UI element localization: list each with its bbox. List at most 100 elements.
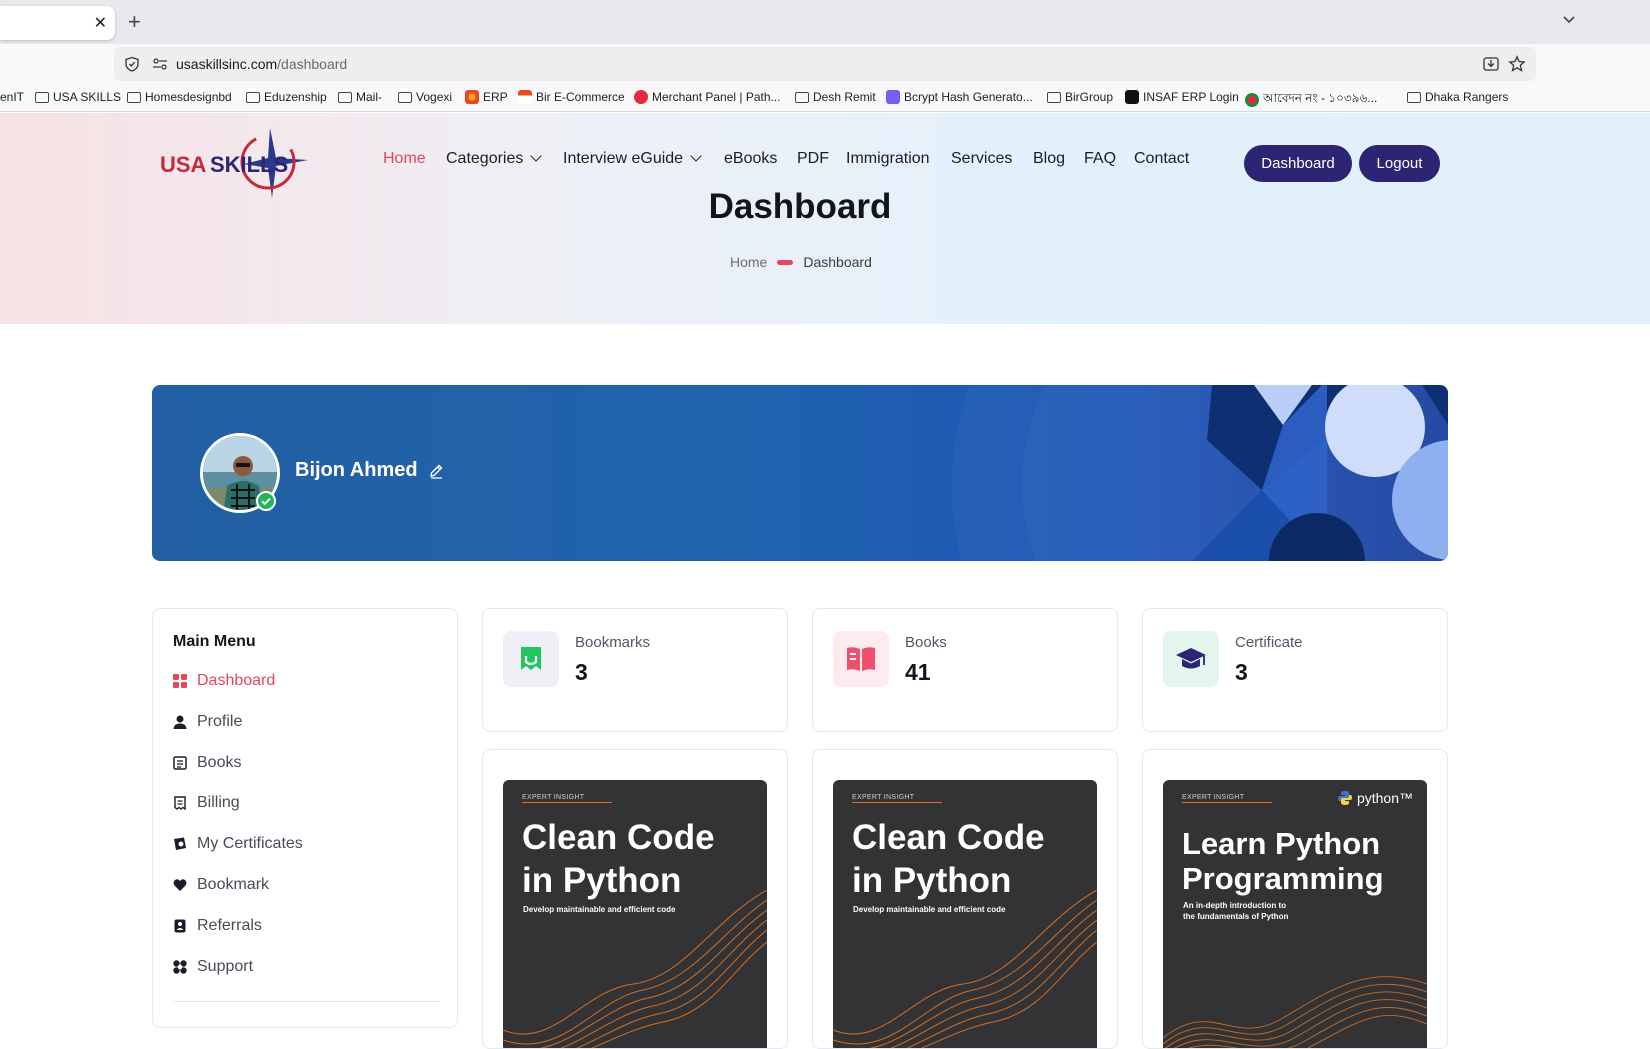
star-icon[interactable] (1508, 55, 1526, 73)
browser-tab[interactable]: ✕ (0, 6, 115, 40)
book-card[interactable]: EXPERT INSIGHT Clean Code in Python Devel… (482, 749, 788, 1049)
sidebar-item-label: Dashboard (197, 672, 276, 689)
edit-pencil-icon[interactable] (428, 463, 444, 479)
book-cover[interactable]: EXPERT INSIGHT Clean Code in Python Devel… (833, 780, 1097, 1048)
new-tab-button[interactable]: + (128, 9, 141, 35)
sidebar-item-profile[interactable]: Profile (173, 713, 242, 731)
bookmark-label: Merchant Panel | Path... (652, 90, 781, 104)
permissions-icon[interactable] (152, 57, 168, 71)
book-tag: EXPERT INSIGHT (852, 794, 915, 801)
nav-pdf[interactable]: PDF (797, 150, 829, 168)
nav-categories[interactable]: Categories (446, 150, 543, 168)
folder-icon (127, 91, 141, 103)
bookmark-label: Bcrypt Hash Generato... (904, 90, 1033, 104)
url-path: /dashboard (277, 56, 348, 72)
folder-icon (338, 91, 352, 103)
book-tag: EXPERT INSIGHT (522, 794, 585, 801)
nav-interview-eguide-label: Interview eGuide (563, 150, 684, 167)
site-favicon (1125, 90, 1139, 104)
bookmark-item[interactable]: Merchant Panel | Path... (634, 90, 781, 104)
nav-immigration[interactable]: Immigration (846, 150, 930, 168)
stat-label: Bookmarks (575, 634, 651, 651)
bookmark-item[interactable]: আবেদন নং - ১০৩৯৬... (1245, 90, 1377, 110)
stat-card-certificate[interactable]: Certificate 3 (1142, 608, 1448, 732)
bookmark-item[interactable]: Homesdesignbd (127, 90, 232, 104)
save-to-pocket-icon[interactable] (1482, 55, 1500, 73)
bookmark-item[interactable]: BirGroup (1047, 90, 1113, 104)
book-cover[interactable]: EXPERT INSIGHT Clean Code in Python Devel… (503, 780, 767, 1048)
browser-navbar: usaskillsinc.com/dashboard (0, 44, 1650, 84)
sidebar-item-label: Referrals (197, 917, 262, 934)
breadcrumb-home[interactable]: Home (730, 254, 767, 270)
stat-value: 3 (575, 659, 588, 685)
bookmark-item[interactable]: USA SKILLS (35, 90, 121, 104)
site-favicon (518, 90, 532, 104)
folder-icon (1047, 91, 1061, 103)
sidebar-divider (173, 1001, 439, 1002)
book-card[interactable]: EXPERT INSIGHT Clean Code in Python Devel… (812, 749, 1118, 1049)
bookmark-item[interactable]: Mail- (338, 90, 382, 104)
bookmark-label: INSAF ERP Login (1143, 90, 1239, 104)
sidebar-item-bookmark[interactable]: Bookmark (173, 876, 269, 894)
book-tag-rule (522, 802, 612, 803)
bookmark-label: Dhaka Rangers (1425, 90, 1509, 104)
sidebar: Main Menu Dashboard Profile Books Billin… (152, 608, 458, 1028)
folder-icon (795, 91, 809, 103)
address-bar[interactable]: usaskillsinc.com/dashboard (114, 47, 1536, 81)
sidebar-item-label: Bookmark (197, 876, 270, 893)
profile-banner: Bijon Ahmed (152, 385, 1448, 561)
chevron-down-icon[interactable] (1562, 12, 1576, 26)
url-text[interactable]: usaskillsinc.com/dashboard (176, 56, 347, 72)
bookmark-item[interactable]: ERP (465, 90, 508, 104)
bookmark-label: BirGroup (1065, 90, 1114, 104)
bookmark-item[interactable]: Vogexi (398, 90, 452, 104)
receipt-icon (174, 796, 186, 810)
book-title-line: Clean Code (522, 818, 715, 857)
python-icon (1337, 791, 1352, 805)
heart-icon (173, 879, 187, 891)
bookmark-item[interactable]: Bcrypt Hash Generato... (886, 90, 1033, 104)
bookmark-label: Desh Remit (813, 90, 876, 104)
bookmark-item[interactable]: Dhaka Rangers (1407, 90, 1508, 104)
sidebar-item-books[interactable]: Books (173, 754, 241, 772)
bookmark-item[interactable]: Eduzenship (246, 90, 327, 104)
sidebar-item-referrals[interactable]: Referrals (173, 917, 262, 935)
bookmark-label: ERP (483, 90, 508, 104)
stat-card-books[interactable]: Books 41 (812, 608, 1118, 732)
sidebar-item-certificates[interactable]: My Certificates (173, 835, 303, 853)
support-icon (173, 960, 187, 974)
nav-blog[interactable]: Blog (1033, 150, 1065, 168)
bookmark-item[interactable]: INSAF ERP Login (1125, 90, 1239, 104)
nav-interview-eguide[interactable]: Interview eGuide (563, 150, 702, 168)
logout-button[interactable]: Logout (1359, 145, 1440, 182)
book-tag-rule (1182, 802, 1272, 803)
nav-contact[interactable]: Contact (1134, 150, 1189, 168)
stat-card-bookmarks[interactable]: Bookmarks 3 (482, 608, 788, 732)
sidebar-item-dashboard[interactable]: Dashboard (173, 672, 275, 690)
stat-icon-box (1163, 631, 1219, 687)
sidebar-item-support[interactable]: Support (173, 958, 253, 976)
bookmark-item[interactable]: Desh Remit (795, 90, 876, 104)
close-tab-icon[interactable]: ✕ (94, 13, 107, 33)
nav-ebooks[interactable]: eBooks (724, 150, 777, 168)
dashboard-button[interactable]: Dashboard (1244, 145, 1352, 182)
certificate-icon (174, 837, 186, 850)
nav-faq[interactable]: FAQ (1084, 150, 1116, 168)
nav-home[interactable]: Home (383, 150, 426, 168)
svg-text:SKILLS: SKILLS (210, 152, 288, 177)
site-favicon (1245, 93, 1259, 107)
book-cover[interactable]: EXPERT INSIGHT python™ Learn Python Progr… (1163, 780, 1427, 1048)
python-logo: python™ (1337, 790, 1413, 806)
shield-icon[interactable] (124, 56, 140, 72)
bookmark-item[interactable]: Bir E-Commerce (518, 90, 625, 104)
sidebar-item-label: Books (197, 754, 242, 771)
book-card[interactable]: EXPERT INSIGHT python™ Learn Python Progr… (1142, 749, 1448, 1049)
python-badge: python™ (1356, 790, 1413, 806)
nav-services[interactable]: Services (951, 150, 1012, 168)
bookmark-icon (521, 647, 541, 670)
cover-wave-art (833, 890, 1097, 1048)
bookmark-item[interactable]: enIT (0, 90, 24, 104)
sidebar-item-billing[interactable]: Billing (173, 794, 240, 812)
referral-icon (174, 919, 186, 933)
book-icon (173, 756, 187, 770)
